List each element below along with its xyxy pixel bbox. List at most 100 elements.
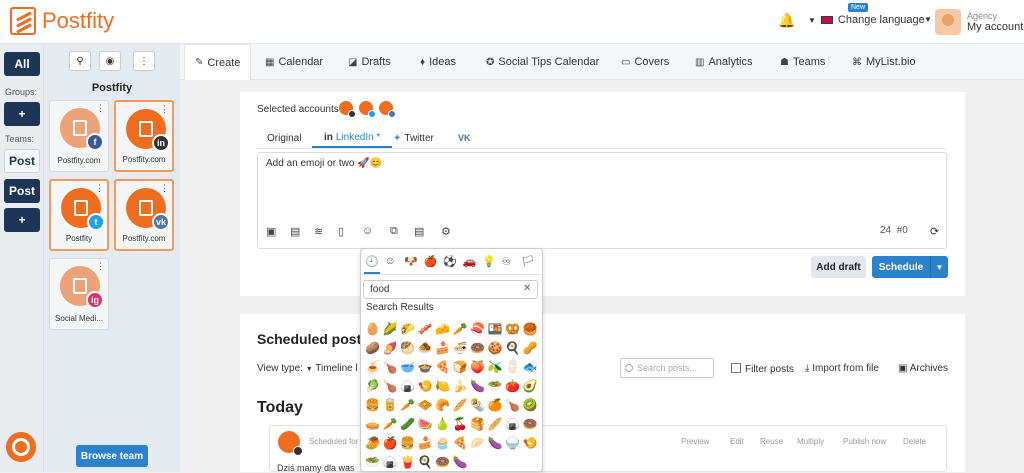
emoji-item[interactable]: 🥓 bbox=[417, 320, 435, 339]
emoji-item[interactable]: 🍩 bbox=[434, 453, 452, 472]
filter-posts-checkbox[interactable]: Filter posts bbox=[731, 363, 794, 375]
network-tab-vk[interactable]: VKVK bbox=[458, 128, 471, 148]
tab-calendar[interactable]: ▦ Calendar bbox=[265, 44, 323, 80]
emoji-search-input[interactable]: food bbox=[363, 280, 538, 299]
brand-logo[interactable]: Postfity bbox=[10, 7, 114, 35]
tab-social-tips-calendar[interactable]: ✪ Social Tips Calendar bbox=[486, 44, 599, 80]
post-text[interactable]: Add an emoji or two 🚀😊 bbox=[266, 158, 382, 169]
tab-create[interactable]: ✎ Create bbox=[184, 44, 252, 80]
emoji-item[interactable]: 🍩 bbox=[522, 415, 540, 434]
bookmark-icon[interactable]: ▯ bbox=[338, 225, 344, 238]
network-tab-linkedin[interactable]: in LinkedIn * bbox=[312, 128, 393, 148]
emoji-item[interactable]: 🍅 bbox=[504, 377, 522, 396]
team-post-active[interactable]: Post bbox=[4, 149, 40, 173]
emoji-item[interactable]: 🍚 bbox=[504, 434, 522, 453]
emoji-item[interactable]: 🍱 bbox=[487, 320, 505, 339]
more-options-icon[interactable]: ⋮ bbox=[133, 51, 155, 71]
emoji-item[interactable]: 🥕 bbox=[399, 396, 417, 415]
tab-covers[interactable]: ▭ Covers bbox=[621, 44, 669, 80]
network-tab-original[interactable]: Original bbox=[267, 128, 301, 148]
emoji-item[interactable]: 🍙 bbox=[504, 415, 522, 434]
emoji-item[interactable]: 🌽 bbox=[382, 320, 400, 339]
multiply-button[interactable]: Multiply bbox=[797, 437, 824, 446]
selected-account-twitter[interactable] bbox=[358, 100, 376, 118]
emoji-item[interactable]: 🍞 bbox=[452, 358, 470, 377]
more-options-icon[interactable]: ⋮ bbox=[95, 183, 104, 194]
emoji-item[interactable]: 🥣 bbox=[399, 358, 417, 377]
objects-icon[interactable]: 💡 bbox=[482, 255, 496, 268]
emoji-item[interactable]: 🧁 bbox=[434, 434, 452, 453]
emoji-item[interactable]: 🥜 bbox=[522, 339, 540, 358]
animal-icon[interactable]: 🐶 bbox=[404, 255, 418, 268]
all-button[interactable]: All bbox=[4, 52, 40, 76]
emoji-item[interactable]: 🍳 bbox=[504, 339, 522, 358]
emoji-item[interactable]: 🍰 bbox=[417, 434, 435, 453]
emoji-item[interactable]: 🧆 bbox=[417, 339, 435, 358]
emoji-item[interactable]: 🥖 bbox=[452, 396, 470, 415]
tab-mylist-bio[interactable]: ⌘ MyList.bio bbox=[852, 44, 916, 80]
emoji-item[interactable]: 🍆 bbox=[469, 377, 487, 396]
emoji-item[interactable]: 🥟 bbox=[469, 434, 487, 453]
add-team-button[interactable]: + bbox=[4, 208, 40, 232]
settings-icon[interactable]: ⚙ bbox=[441, 225, 451, 238]
smiley-icon[interactable]: ☺ bbox=[385, 255, 396, 267]
link-icon[interactable]: ≋ bbox=[314, 225, 323, 238]
emoji-item[interactable]: 🍝 bbox=[364, 358, 382, 377]
emoji-item[interactable]: 🥗 bbox=[487, 377, 505, 396]
emoji-item[interactable]: 🍟 bbox=[399, 453, 417, 472]
emoji-item[interactable]: 🍕 bbox=[452, 434, 470, 453]
emoji-icon[interactable]: ☺ bbox=[362, 225, 373, 237]
emoji-item[interactable]: 🥨 bbox=[504, 320, 522, 339]
more-options-icon[interactable]: ⋮ bbox=[160, 104, 169, 115]
import-from-file-button[interactable]: ⤓ Import from file bbox=[805, 363, 879, 374]
emoji-item[interactable]: 🥕 bbox=[382, 415, 400, 434]
emoji-item[interactable]: 🥚 bbox=[364, 320, 382, 339]
archives-button[interactable]: ▣ Archives bbox=[898, 363, 948, 374]
emoji-item[interactable]: 🥕 bbox=[452, 320, 470, 339]
account-card[interactable]: ⋮ f Postfity.com bbox=[49, 100, 109, 172]
emoji-item[interactable]: 🍒 bbox=[452, 415, 470, 434]
emoji-item[interactable]: 🥗 bbox=[364, 453, 382, 472]
emoji-item[interactable]: 🥫 bbox=[382, 396, 400, 415]
search-posts-input[interactable]: Search posts... bbox=[620, 358, 714, 378]
account-menu[interactable]: Agency My account bbox=[967, 11, 1023, 33]
emoji-item[interactable]: 🍗 bbox=[382, 377, 400, 396]
team-post[interactable]: Post bbox=[4, 179, 40, 203]
emoji-item[interactable]: 🥔 bbox=[364, 339, 382, 358]
emoji-item[interactable]: 🧀 bbox=[434, 320, 452, 339]
reuse-button[interactable]: Reuse bbox=[760, 437, 783, 446]
emoji-item[interactable]: 🥬 bbox=[364, 377, 382, 396]
emoji-item[interactable]: 🍠 bbox=[382, 339, 400, 358]
more-options-icon[interactable]: ⋮ bbox=[96, 103, 105, 114]
emoji-item[interactable]: 🥖 bbox=[487, 415, 505, 434]
emoji-item[interactable]: 🥒 bbox=[399, 415, 417, 434]
emoji-item[interactable]: 🍊 bbox=[487, 396, 505, 415]
emoji-item[interactable]: 🥭 bbox=[364, 434, 382, 453]
emoji-item[interactable]: 🥐 bbox=[434, 396, 452, 415]
toggle-icon[interactable]: ◉ bbox=[99, 51, 121, 71]
emoji-item[interactable]: 🌯 bbox=[469, 396, 487, 415]
add-group-button[interactable]: + bbox=[4, 102, 40, 126]
emoji-item[interactable]: 🍜 bbox=[452, 339, 470, 358]
add-draft-button[interactable]: Add draft bbox=[811, 256, 866, 278]
emoji-item[interactable]: 🍤 bbox=[522, 434, 540, 453]
publish-now-button[interactable]: Publish now bbox=[843, 437, 886, 446]
emoji-item[interactable]: 🍎 bbox=[382, 434, 400, 453]
account-card[interactable]: ⋮ vk Postfity.com bbox=[114, 179, 174, 251]
view-type[interactable]: View type: ▼ Timeline l bbox=[257, 363, 358, 374]
edit-button[interactable]: Edit bbox=[730, 437, 744, 446]
tab-teams[interactable]: ☗ Teams bbox=[780, 44, 825, 80]
account-chevron-icon[interactable]: ▼ bbox=[924, 15, 932, 24]
tab-drafts[interactable]: ◪ Drafts bbox=[348, 44, 391, 80]
emoji-item[interactable]: 🍳 bbox=[417, 453, 435, 472]
activity-icon[interactable]: ⚽ bbox=[443, 255, 457, 268]
video-icon[interactable]: ▤ bbox=[290, 225, 300, 238]
schedule-button[interactable]: Schedule ▼ bbox=[872, 256, 948, 278]
chevron-down-icon[interactable]: ▼ bbox=[930, 256, 948, 278]
bell-icon[interactable]: 🔔 bbox=[778, 12, 795, 29]
tab-ideas[interactable]: ♦ Ideas bbox=[420, 44, 456, 80]
selected-account-linkedin[interactable] bbox=[338, 100, 356, 118]
tab-analytics[interactable]: ▥ Analytics bbox=[695, 44, 752, 80]
emoji-item[interactable]: 🍣 bbox=[469, 320, 487, 339]
emoji-item[interactable]: 🧇 bbox=[417, 396, 435, 415]
